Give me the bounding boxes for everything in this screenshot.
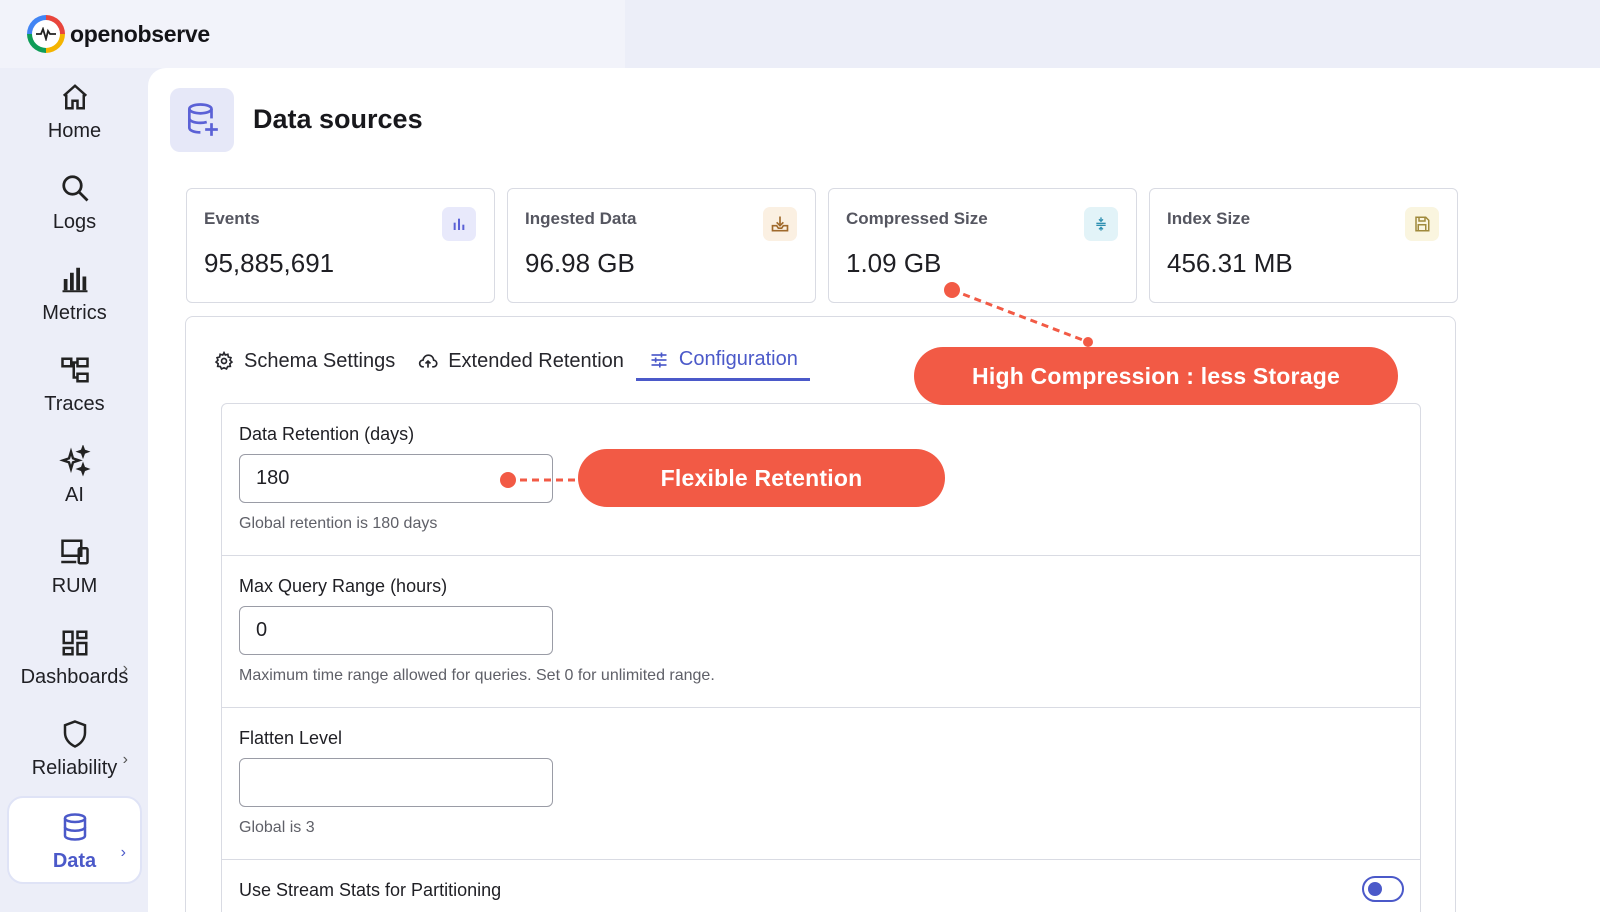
toggle-knob xyxy=(1368,882,1382,896)
stat-value: 96.98 GB xyxy=(525,248,635,278)
stream-stats-toggle[interactable] xyxy=(1362,876,1404,902)
sidebar-item-label: Logs xyxy=(52,211,97,233)
sidebar-item-label: Metrics xyxy=(42,302,107,324)
sidebar-item-reliability[interactable]: Reliability › xyxy=(7,705,142,793)
tab-label: Configuration xyxy=(678,348,798,370)
chevron-right-icon: › xyxy=(120,844,126,861)
sidebar-item-label: Data xyxy=(52,850,97,872)
devices-icon xyxy=(58,535,92,569)
sidebar-item-label: Reliability xyxy=(31,757,118,779)
search-icon xyxy=(58,171,92,205)
sidebar-item-label: AI xyxy=(65,484,84,506)
sidebar: Home Logs Metrics Traces AI RUM Dashboar… xyxy=(0,68,146,912)
database-add-icon xyxy=(170,88,234,152)
sidebar-item-ai[interactable]: AI xyxy=(7,432,142,520)
sparkle-icon xyxy=(58,444,92,478)
flatten-section: Flatten Level Global is 3 xyxy=(222,708,1420,860)
stat-value: 1.09 GB xyxy=(846,248,942,278)
tab-configuration[interactable]: Configuration xyxy=(635,341,810,381)
sidebar-item-label: Traces xyxy=(44,393,105,415)
chevron-right-icon: › xyxy=(122,660,128,677)
stat-value: 456.31 MB xyxy=(1167,248,1293,278)
sidebar-item-traces[interactable]: Traces xyxy=(7,341,142,429)
stat-label: Index Size xyxy=(1167,209,1251,228)
stat-label: Ingested Data xyxy=(525,209,637,228)
stat-label: Events xyxy=(204,209,260,228)
tab-label: Schema Settings xyxy=(244,349,396,372)
stat-card-index: Index Size 456.31 MB xyxy=(1149,188,1458,303)
max-query-input[interactable] xyxy=(239,606,553,655)
sidebar-item-home[interactable]: Home xyxy=(7,68,142,156)
page-title: Data sources xyxy=(253,104,423,134)
bar-chart-icon xyxy=(58,262,92,296)
openobserve-logo-icon xyxy=(27,15,65,53)
stat-value: 95,885,691 xyxy=(204,248,335,278)
top-bar: openobserve xyxy=(0,0,1600,68)
tab-bar: Schema Settings Extended Retention Confi… xyxy=(213,341,832,381)
retention-callout: Flexible Retention xyxy=(578,449,945,507)
max-query-label: Max Query Range (hours) xyxy=(239,576,448,596)
flatten-label: Flatten Level xyxy=(239,728,343,748)
stat-label: Compressed Size xyxy=(846,209,988,228)
sidebar-item-logs[interactable]: Logs xyxy=(7,159,142,247)
retention-hint: Global retention is 180 days xyxy=(239,515,438,532)
sidebar-item-rum[interactable]: RUM xyxy=(7,523,142,611)
sliders-icon xyxy=(648,349,670,371)
retention-marker-dot xyxy=(500,472,516,488)
max-query-section: Max Query Range (hours) Maximum time ran… xyxy=(222,556,1420,708)
chevron-right-icon: › xyxy=(122,751,128,768)
sidebar-item-data[interactable]: Data › xyxy=(7,796,142,884)
home-icon xyxy=(58,80,92,114)
bar-chart-icon xyxy=(442,207,476,241)
sidebar-item-label: RUM xyxy=(51,575,98,597)
stat-card-compressed: Compressed Size 1.09 GB xyxy=(828,188,1137,303)
max-query-hint: Maximum time range allowed for queries. … xyxy=(239,667,715,684)
sidebar-item-label: Home xyxy=(47,120,102,142)
retention-label: Data Retention (days) xyxy=(239,424,415,444)
save-icon xyxy=(1405,207,1439,241)
flatten-hint: Global is 3 xyxy=(239,819,315,836)
tab-extended-retention[interactable]: Extended Retention xyxy=(417,341,624,381)
logo-text: openobserve xyxy=(70,20,210,47)
compression-callout: High Compression : less Storage xyxy=(914,347,1398,405)
compress-icon xyxy=(1084,207,1118,241)
traces-icon xyxy=(58,353,92,387)
configuration-panel: Schema Settings Extended Retention Confi… xyxy=(185,316,1456,912)
sidebar-item-label: Dashboards xyxy=(20,666,129,688)
sidebar-item-dashboards[interactable]: Dashboards › xyxy=(7,614,142,702)
stat-card-ingested: Ingested Data 96.98 GB xyxy=(507,188,816,303)
app-logo[interactable]: openobserve xyxy=(27,15,210,53)
cloud-upload-icon xyxy=(417,350,439,372)
gear-icon xyxy=(213,350,235,372)
database-icon xyxy=(58,810,92,844)
flatten-input[interactable] xyxy=(239,758,553,807)
compression-marker-dot xyxy=(944,282,960,298)
tab-label: Extended Retention xyxy=(448,349,624,372)
shield-icon xyxy=(58,717,92,751)
stream-stats-label: Use Stream Stats for Partitioning xyxy=(239,880,502,900)
download-tray-icon xyxy=(763,207,797,241)
tab-schema-settings[interactable]: Schema Settings xyxy=(213,341,395,381)
sidebar-item-metrics[interactable]: Metrics xyxy=(7,250,142,338)
stat-card-events: Events 95,885,691 xyxy=(186,188,495,303)
stream-stats-row: Use Stream Stats for Partitioning xyxy=(222,860,1420,912)
dashboard-grid-icon xyxy=(58,626,92,660)
